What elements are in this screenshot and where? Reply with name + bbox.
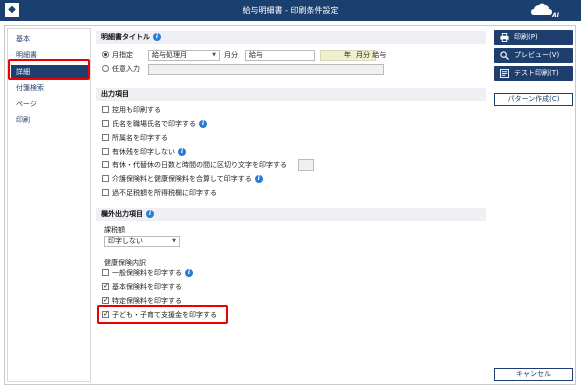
tax-amount-select-value: 印字しない bbox=[108, 237, 143, 245]
info-icon[interactable]: i bbox=[199, 120, 207, 128]
checkbox-checked: ✓ bbox=[102, 309, 109, 318]
radio-icon-on bbox=[102, 50, 109, 58]
checkbox-box bbox=[102, 133, 109, 141]
test-print-button-label: テスト印刷(T) bbox=[514, 69, 559, 77]
checkbox-separator-char[interactable]: 有休・代替休の日数と時間の間に区切り文字を印字する bbox=[102, 160, 287, 171]
window-titlebar: ◆ 給与明細書 - 印刷条件設定 AI bbox=[0, 0, 581, 21]
sidebar-item-statement[interactable]: 明細書 bbox=[11, 48, 89, 62]
checkbox-print-copy[interactable]: 控用も印刷する bbox=[102, 105, 161, 116]
checkbox-label: 特定保険料を印字する bbox=[112, 297, 182, 305]
info-icon[interactable]: i bbox=[178, 148, 186, 156]
extra-section-heading-text: 欄外出力項目 bbox=[101, 210, 143, 218]
checkbox-box bbox=[102, 188, 109, 196]
info-icon[interactable]: i bbox=[146, 210, 154, 218]
preview-month-text: 月分 給与 bbox=[356, 51, 387, 59]
checkbox-box bbox=[102, 160, 109, 168]
checkbox-box bbox=[102, 119, 109, 127]
tax-amount-label: 課税額 bbox=[104, 226, 125, 234]
checkbox-label: 一般保険料を印字する bbox=[112, 269, 182, 277]
radio-fixed-month-label: 月指定 bbox=[112, 51, 133, 59]
preview-button[interactable]: プレビュー(V) bbox=[494, 48, 573, 63]
title-section-heading: 明細書タイトル i bbox=[96, 31, 486, 44]
radio-fixed-month[interactable]: 月指定 bbox=[102, 50, 133, 61]
print-button[interactable]: 印刷(P) bbox=[494, 30, 573, 45]
sidebar-item-page[interactable]: ページ bbox=[11, 97, 89, 111]
checkbox-work-name[interactable]: 氏名を職場氏名で印字する i bbox=[102, 119, 207, 130]
checkbox-checked: ✓ bbox=[102, 295, 109, 304]
title-preview: 年 月分 給与 bbox=[320, 50, 386, 61]
checkbox-label: 過不足税額を所得税欄に印字する bbox=[112, 189, 217, 197]
title-section-heading-text: 明細書タイトル bbox=[101, 33, 150, 41]
checkbox-label: 所属名を印字する bbox=[112, 134, 168, 142]
radio-free-input-label: 任意入力 bbox=[112, 65, 140, 73]
preview-button-label: プレビュー(V) bbox=[514, 51, 560, 59]
title-month-select-value: 給与処理月 bbox=[152, 51, 187, 59]
sidebar-item-detail[interactable]: 詳細 bbox=[11, 65, 89, 79]
checkbox-basic-premium[interactable]: ✓ 基本保険料を印字する bbox=[102, 282, 182, 293]
free-title-input[interactable] bbox=[148, 64, 384, 75]
checkbox-general-premium[interactable]: 一般保険料を印字する i bbox=[102, 268, 193, 279]
checkbox-label: 有休残を印字しない bbox=[112, 148, 175, 156]
separator-char-input[interactable] bbox=[298, 159, 314, 171]
health-breakdown-label: 健康保険内訳 bbox=[104, 259, 146, 267]
checkbox-label: 基本保険料を印字する bbox=[112, 283, 182, 291]
radio-icon-off bbox=[102, 64, 109, 72]
title-month-select[interactable]: 給与処理月 ▼ bbox=[148, 50, 220, 61]
chevron-down-icon: ▼ bbox=[212, 52, 216, 58]
checkbox-box bbox=[102, 105, 109, 113]
brand-logo-text: AI bbox=[552, 12, 559, 19]
checkbox-label: 子ども・子育て支援金を印字する bbox=[112, 311, 217, 319]
cancel-button[interactable]: キャンセル bbox=[494, 368, 573, 381]
cloud-icon bbox=[531, 3, 552, 15]
output-section-heading: 出力項目 bbox=[96, 88, 486, 101]
sidebar-item-print[interactable]: 印刷 bbox=[11, 113, 89, 127]
checkbox-box bbox=[102, 147, 109, 155]
print-button-label: 印刷(P) bbox=[514, 33, 538, 41]
info-icon[interactable]: i bbox=[254, 175, 263, 183]
preview-year-text: 年 bbox=[344, 51, 351, 59]
action-panel: 印刷(P) プレビュー(V) テスト印刷(T) パターン作成(C) キャンセル bbox=[494, 28, 574, 382]
month-suffix-label: 月分 bbox=[224, 51, 238, 59]
radio-free-input[interactable]: 任意入力 bbox=[102, 64, 140, 75]
checkbox-box bbox=[102, 268, 109, 276]
checkbox-label: 有休・代替休の日数と時間の間に区切り文字を印字する bbox=[112, 161, 287, 169]
title-text-input[interactable]: 給与 bbox=[245, 50, 315, 61]
magnifier-icon bbox=[500, 51, 509, 60]
checkbox-box bbox=[102, 174, 109, 182]
sidebar: 基本 明細書 詳細 付箋検索 ページ 印刷 bbox=[7, 28, 91, 382]
tax-amount-select[interactable]: 印字しない ▼ bbox=[104, 236, 180, 247]
info-icon[interactable]: i bbox=[185, 269, 193, 277]
test-print-icon bbox=[500, 69, 509, 78]
checkbox-specific-premium[interactable]: ✓ 特定保険料を印字する bbox=[102, 296, 182, 307]
brand-logo: AI bbox=[531, 2, 559, 19]
checkbox-department[interactable]: 所属名を印字する bbox=[102, 133, 168, 144]
checkbox-tax-diff[interactable]: 過不足税額を所得税欄に印字する bbox=[102, 188, 217, 199]
window-title: 給与明細書 - 印刷条件設定 bbox=[242, 6, 339, 15]
create-pattern-button[interactable]: パターン作成(C) bbox=[494, 93, 573, 106]
checkbox-combine-insurance[interactable]: 介護保険料と健康保険料を合算して印字する i bbox=[102, 174, 263, 185]
checkbox-no-leave-balance[interactable]: 有休残を印字しない i bbox=[102, 147, 186, 158]
sidebar-item-basic[interactable]: 基本 bbox=[11, 32, 89, 46]
extra-section-heading: 欄外出力項目 i bbox=[96, 208, 486, 221]
checkbox-label: 控用も印刷する bbox=[112, 106, 161, 114]
sidebar-item-sticky-search[interactable]: 付箋検索 bbox=[11, 81, 89, 95]
main-panel: 明細書タイトル i 月指定 給与処理月 ▼ 月分 給与 年 月分 給与 任意入力 出… bbox=[96, 28, 486, 382]
checkbox-label: 氏名を職場氏名で印字する bbox=[112, 120, 196, 128]
checkbox-label: 介護保険料と健康保険料を合算して印字する bbox=[112, 175, 252, 183]
checkbox-child-support[interactable]: ✓ 子ども・子育て支援金を印字する bbox=[102, 310, 217, 321]
checkbox-checked: ✓ bbox=[102, 281, 109, 290]
chevron-down-icon: ▼ bbox=[172, 238, 176, 244]
test-print-button[interactable]: テスト印刷(T) bbox=[494, 66, 573, 81]
printer-icon bbox=[500, 33, 509, 42]
info-icon[interactable]: i bbox=[153, 33, 161, 41]
